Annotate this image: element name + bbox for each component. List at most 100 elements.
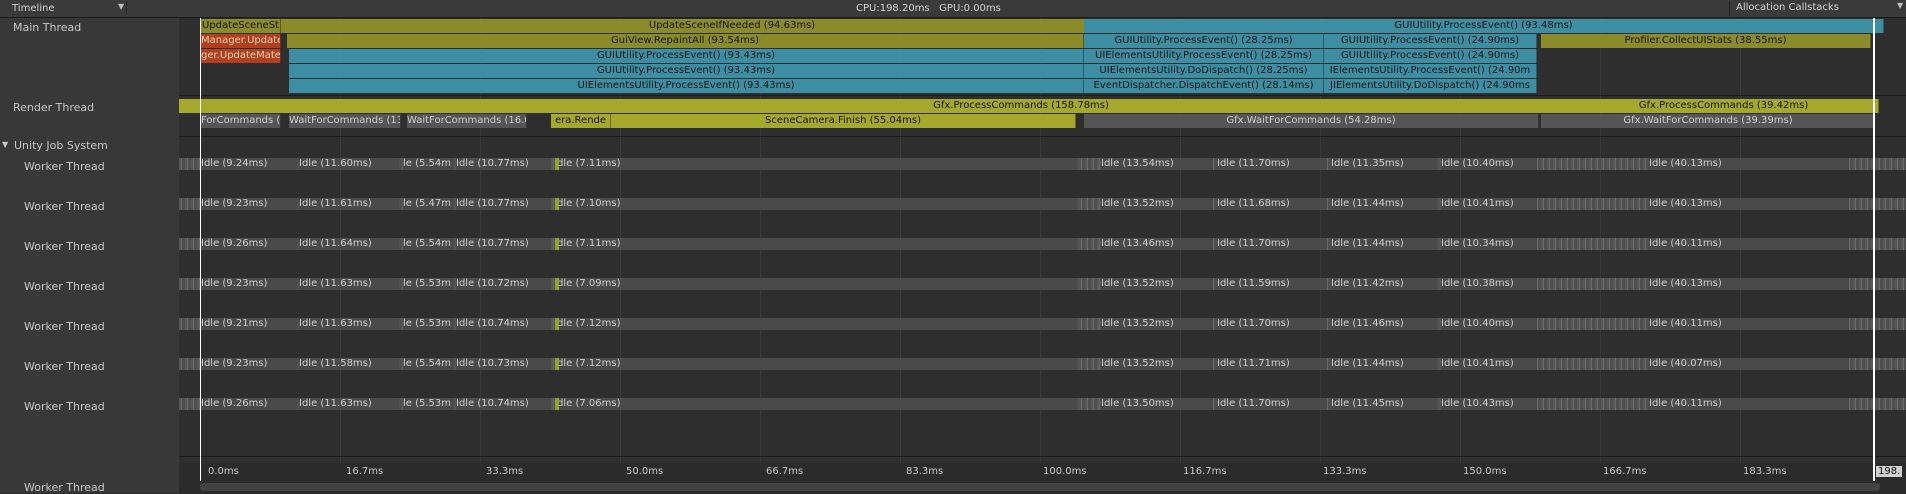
idle-sample[interactable]: Idle (11.45ms) bbox=[1331, 398, 1437, 410]
idle-sample[interactable]: Idle (9.21ms) bbox=[201, 318, 297, 330]
job-sample[interactable] bbox=[555, 198, 559, 210]
idle-sample[interactable]: Idle (11.42ms) bbox=[1331, 278, 1437, 290]
scrollbar-thumb[interactable] bbox=[200, 483, 1880, 491]
sample-bar[interactable]: ForCommands ( bbox=[201, 114, 281, 128]
idle-sample[interactable]: Idle (11.35ms) bbox=[1331, 158, 1437, 170]
idle-sample[interactable]: Idle (40.11ms) bbox=[1649, 398, 1849, 410]
sample-bar[interactable]: Gfx.ProcessCommands (39.42ms) bbox=[1569, 99, 1879, 113]
idle-sample[interactable]: Idle (11.60ms) bbox=[299, 158, 399, 170]
sample-bar[interactable]: Manager.Update bbox=[201, 34, 281, 48]
sample-bar[interactable]: JIElementsUtility.DoDispatch() (24.90ms bbox=[1324, 79, 1537, 93]
job-sample[interactable] bbox=[555, 358, 559, 370]
idle-sample[interactable]: Idle (11.70ms) bbox=[1217, 398, 1327, 410]
idle-sample[interactable]: Idle (13.50ms) bbox=[1101, 398, 1213, 410]
triangle-down-icon[interactable]: ▼ bbox=[2, 140, 8, 149]
sample-bar[interactable]: GUIUtility.ProcessEvent() (93.43ms) bbox=[289, 64, 1084, 78]
idle-sample[interactable]: Idle (10.73ms) bbox=[456, 358, 551, 370]
idle-sample[interactable]: Idle (10.40ms) bbox=[1441, 318, 1537, 330]
idle-sample[interactable]: Idle (11.71ms) bbox=[1217, 358, 1327, 370]
idle-sample[interactable]: Idle (9.26ms) bbox=[201, 398, 297, 410]
job-sample[interactable] bbox=[555, 278, 559, 290]
idle-sample[interactable]: dle (7.10ms) bbox=[557, 198, 1077, 210]
idle-sample[interactable]: Idle (11.46ms) bbox=[1331, 318, 1437, 330]
thread-name-render[interactable]: Render Thread bbox=[13, 101, 94, 114]
thread-group-job-system[interactable]: Unity Job System bbox=[14, 139, 108, 152]
idle-sample[interactable]: dle (7.06ms) bbox=[557, 398, 1077, 410]
sample-bar[interactable]: UpdateSceneIfNeeded (94.63ms) bbox=[281, 19, 1184, 33]
idle-sample[interactable]: Idle (10.38ms) bbox=[1441, 278, 1537, 290]
thread-name-worker[interactable]: Worker Thread bbox=[24, 320, 105, 333]
timeline-area[interactable]: UpdateSceneSt UpdateSceneIfNeeded (94.63… bbox=[179, 18, 1906, 481]
sample-bar[interactable]: EventDispatcher.DispatchEvent() (28.14ms… bbox=[1084, 79, 1324, 93]
sample-bar[interactable]: era.Rende bbox=[551, 114, 611, 128]
idle-sample[interactable]: le (5.54m bbox=[403, 158, 453, 170]
idle-sample[interactable]: Idle (9.26ms) bbox=[201, 238, 297, 250]
thread-name-worker[interactable]: Worker Thread bbox=[24, 160, 105, 173]
allocation-callstacks-dropdown[interactable]: Allocation Callstacks ▼ bbox=[1729, 1, 1906, 16]
sample-bar[interactable]: WaitForCommands (13.7 bbox=[289, 114, 401, 128]
idle-sample[interactable]: Idle (13.52ms) bbox=[1101, 358, 1213, 370]
idle-sample[interactable]: Idle (10.77ms) bbox=[456, 238, 551, 250]
idle-sample[interactable]: dle (7.12ms) bbox=[557, 358, 1077, 370]
thread-name-worker[interactable]: Worker Thread bbox=[24, 240, 105, 253]
job-sample[interactable] bbox=[555, 158, 559, 170]
idle-sample[interactable]: Idle (13.54ms) bbox=[1101, 158, 1213, 170]
sample-bar[interactable]: UIElementsUtility.DoDispatch() (28.25ms) bbox=[1084, 64, 1324, 78]
thread-name-worker[interactable]: Worker Thread bbox=[24, 400, 105, 413]
sample-bar[interactable]: SceneCamera.Finish (55.04ms) bbox=[611, 114, 1076, 128]
idle-sample[interactable]: le (5.53m bbox=[403, 278, 453, 290]
sample-bar[interactable]: GUIUtility.ProcessEvent() (28.25ms) bbox=[1084, 34, 1324, 48]
sample-bar[interactable]: UIElementsUtility.ProcessEvent() (93.43m… bbox=[289, 79, 1084, 93]
idle-sample[interactable]: Idle (40.11ms) bbox=[1649, 238, 1849, 250]
thread-name-worker[interactable]: Worker Thread bbox=[24, 360, 105, 373]
idle-sample[interactable]: Idle (11.70ms) bbox=[1217, 318, 1327, 330]
idle-sample[interactable]: Idle (40.13ms) bbox=[1649, 278, 1849, 290]
idle-sample[interactable]: Idle (10.74ms) bbox=[456, 318, 551, 330]
idle-sample[interactable]: Idle (9.23ms) bbox=[201, 198, 297, 210]
idle-sample[interactable]: Idle (40.13ms) bbox=[1649, 158, 1849, 170]
sample-bar[interactable]: GUIUtility.ProcessEvent() (24.90ms) bbox=[1324, 49, 1537, 63]
idle-sample[interactable]: Idle (11.59ms) bbox=[1217, 278, 1327, 290]
idle-sample[interactable]: dle (7.11ms) bbox=[557, 238, 1077, 250]
idle-sample[interactable]: Idle (40.13ms) bbox=[1649, 198, 1849, 210]
thread-name-worker[interactable]: Worker Thread bbox=[24, 481, 105, 494]
sample-bar[interactable]: UIElementsUtility.ProcessEvent() (28.25m… bbox=[1084, 49, 1324, 63]
idle-sample[interactable]: Idle (10.41ms) bbox=[1441, 198, 1537, 210]
idle-sample[interactable]: Idle (11.63ms) bbox=[299, 318, 399, 330]
idle-sample[interactable]: Idle (11.44ms) bbox=[1331, 238, 1437, 250]
idle-sample[interactable]: Idle (10.41ms) bbox=[1441, 358, 1537, 370]
idle-sample[interactable]: le (5.53m bbox=[403, 318, 453, 330]
idle-sample[interactable]: Idle (11.70ms) bbox=[1217, 158, 1327, 170]
sample-bar[interactable]: ger.UpdateMate bbox=[201, 49, 281, 63]
idle-sample[interactable]: Idle (40.07ms) bbox=[1649, 358, 1849, 370]
sample-bar[interactable]: IElementsUtility.ProcessEvent() (24.90m bbox=[1324, 64, 1537, 78]
idle-sample[interactable]: Idle (40.11ms) bbox=[1649, 318, 1849, 330]
idle-sample[interactable]: Idle (9.23ms) bbox=[201, 278, 297, 290]
time-ruler[interactable]: 0.0ms 16.7ms 33.3ms 50.0ms 66.7ms 83.3ms… bbox=[179, 463, 1906, 481]
idle-sample[interactable]: Idle (10.43ms) bbox=[1441, 398, 1537, 410]
sample-bar[interactable]: WaitForCommands (16.01 bbox=[407, 114, 527, 128]
idle-sample[interactable]: dle (7.09ms) bbox=[557, 278, 1077, 290]
idle-sample[interactable]: Idle (11.61ms) bbox=[299, 198, 399, 210]
job-sample[interactable] bbox=[555, 318, 559, 330]
idle-sample[interactable]: le (5.47m bbox=[403, 198, 453, 210]
idle-sample[interactable]: Idle (11.63ms) bbox=[299, 398, 399, 410]
job-sample[interactable] bbox=[555, 238, 559, 250]
idle-sample[interactable]: Idle (10.74ms) bbox=[456, 398, 551, 410]
idle-sample[interactable]: Idle (13.52ms) bbox=[1101, 278, 1213, 290]
thread-name-worker[interactable]: Worker Thread bbox=[24, 280, 105, 293]
frame-end-marker[interactable] bbox=[1873, 18, 1875, 481]
sample-bar[interactable]: GUIUtility.ProcessEvent() (93.43ms) bbox=[289, 49, 1084, 63]
idle-sample[interactable]: Idle (13.46ms) bbox=[1101, 238, 1213, 250]
thread-name-main[interactable]: Main Thread bbox=[13, 21, 81, 34]
idle-sample[interactable]: Idle (10.77ms) bbox=[456, 198, 551, 210]
idle-sample[interactable]: Idle (9.23ms) bbox=[201, 358, 297, 370]
idle-sample[interactable]: Idle (11.64ms) bbox=[299, 238, 399, 250]
sample-bar[interactable]: Profiler.CollectUIStats (38.55ms) bbox=[1541, 34, 1871, 48]
sample-bar[interactable]: Gfx.WaitForCommands (39.39ms) bbox=[1541, 114, 1876, 128]
sample-bar[interactable]: Gfx.WaitForCommands (54.28ms) bbox=[1084, 114, 1539, 128]
idle-sample[interactable]: dle (7.12ms) bbox=[557, 318, 1077, 330]
idle-sample[interactable]: Idle (11.58ms) bbox=[299, 358, 399, 370]
idle-sample[interactable]: le (5.53m bbox=[403, 398, 453, 410]
idle-sample[interactable]: le (5.54m bbox=[403, 238, 453, 250]
